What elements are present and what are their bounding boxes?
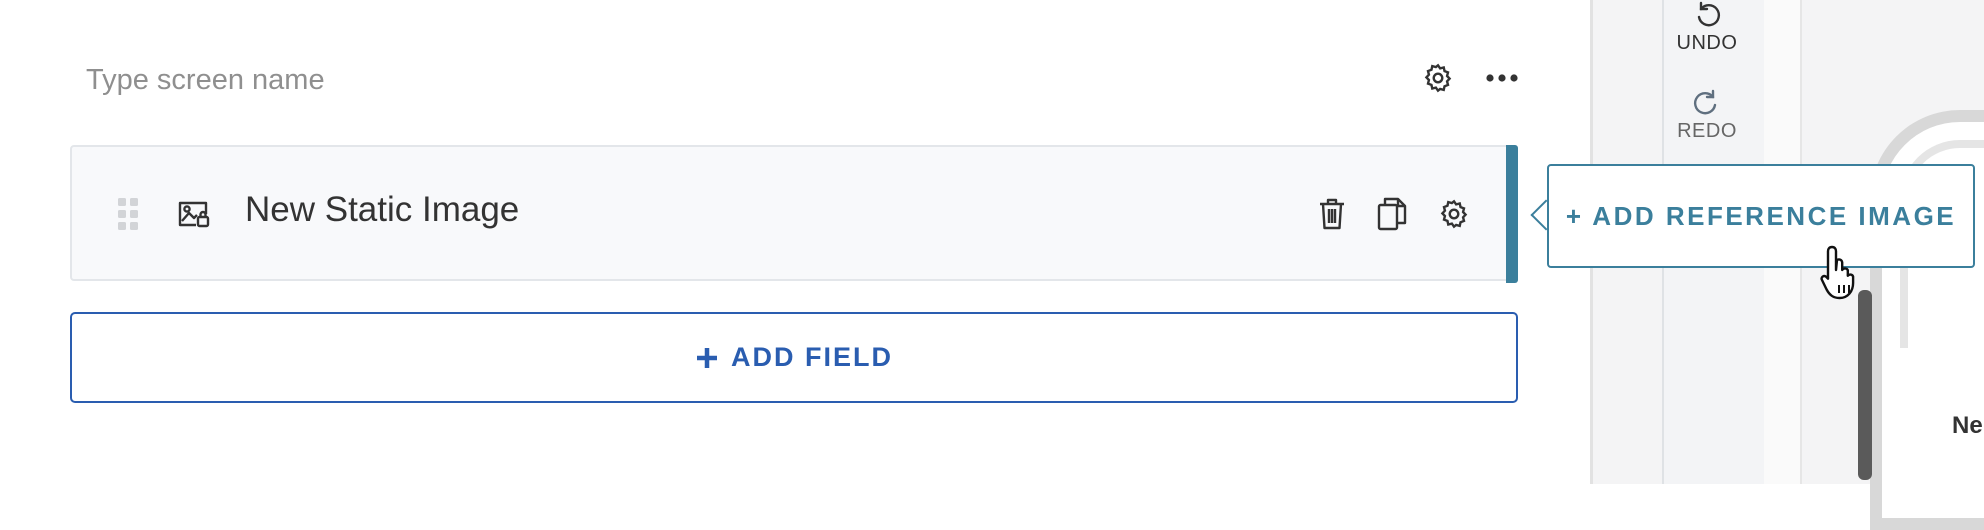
ellipsis-icon (1486, 74, 1518, 82)
plus-icon (697, 347, 717, 368)
screen-name-input[interactable] (86, 58, 1286, 102)
undo-button[interactable]: UNDO (1657, 0, 1757, 55)
redo-button[interactable]: REDO (1657, 88, 1757, 143)
image-icon (176, 198, 212, 235)
undo-label: UNDO (1676, 32, 1738, 54)
gear-icon (1440, 199, 1468, 229)
field-selected-indicator (1506, 145, 1518, 283)
redo-label: REDO (1677, 120, 1737, 142)
field-settings-button[interactable] (1434, 194, 1474, 234)
add-reference-image-label: + ADD REFERENCE IMAGE (1565, 200, 1957, 231)
add-field-button[interactable]: ADD FIELD (70, 312, 1518, 403)
screen-settings-button[interactable] (1418, 58, 1458, 98)
hand-cursor-icon (1820, 243, 1866, 306)
drag-handle-icon (118, 198, 138, 230)
gear-icon (1424, 63, 1452, 93)
device-side-edge (1858, 290, 1872, 480)
copy-icon (1377, 197, 1407, 231)
duplicate-field-button[interactable] (1374, 194, 1410, 234)
redo-icon (1694, 89, 1717, 115)
drag-handle[interactable] (114, 196, 142, 232)
field-label: New Static Image (245, 190, 520, 229)
more-options-button[interactable] (1480, 58, 1524, 98)
add-field-label: ADD FIELD (731, 342, 893, 372)
device-preview-text: Ne (1952, 412, 1983, 439)
undo-icon (1697, 1, 1720, 27)
trash-icon (1320, 198, 1344, 230)
delete-field-button[interactable] (1314, 194, 1350, 234)
add-reference-image-button[interactable]: + ADD REFERENCE IMAGE (1547, 164, 1975, 268)
